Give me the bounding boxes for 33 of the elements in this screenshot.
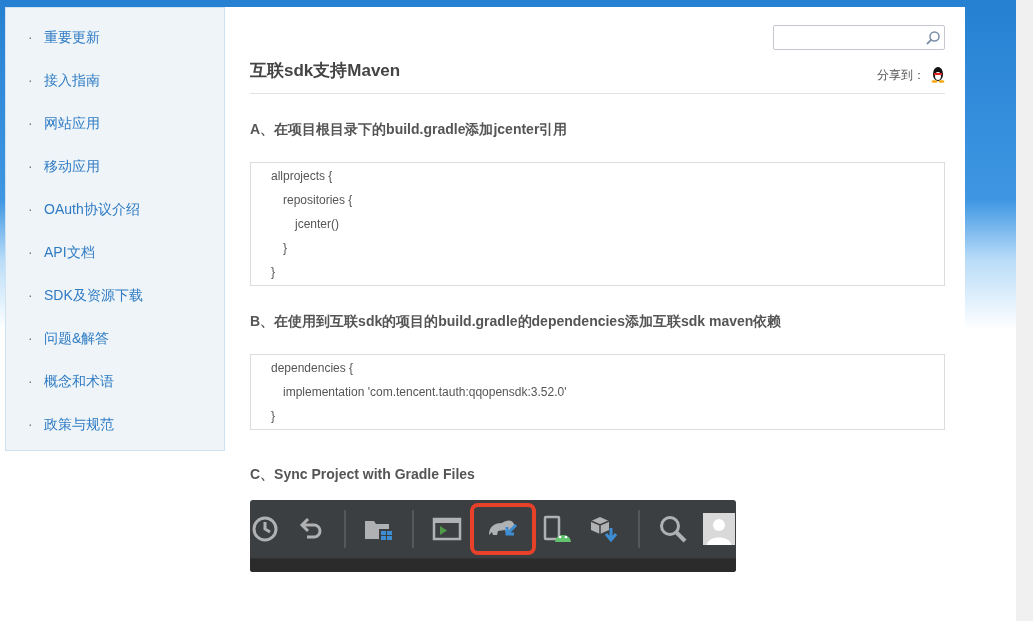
sidebar-link[interactable]: 移动应用 xyxy=(44,156,100,177)
bullet-mark: · xyxy=(28,71,34,90)
bullet-mark: · xyxy=(28,200,34,219)
code-line: repositories { xyxy=(283,192,353,207)
article-title: 互联sdk支持Maven xyxy=(250,60,401,82)
sidebar-link[interactable]: 问题&解答 xyxy=(44,328,110,349)
bullet-mark: · xyxy=(28,28,34,47)
bullet-mark: · xyxy=(28,114,34,133)
section-heading: B、在使用到互联sdk的项目的build.gradle的dependencies添加互联sdk maven依赖 xyxy=(250,311,783,331)
sidebar-link[interactable]: 重要更新 xyxy=(44,27,100,48)
bullet-mark: · xyxy=(28,286,34,305)
sidebar-link[interactable]: 网站应用 xyxy=(44,113,100,134)
bullet-mark: · xyxy=(28,372,34,391)
section-heading: C、Sync Project with Gradle Files xyxy=(250,464,476,484)
code-line: implementation 'com.tencent.tauth:qqopensdk:3.52.0' xyxy=(283,384,567,399)
bullet-mark: · xyxy=(28,329,34,348)
code-line: } xyxy=(271,264,275,279)
code-line: jcenter() xyxy=(295,216,339,231)
code-line: allprojects { xyxy=(271,168,333,183)
section-heading: A、在项目根目录下的build.gradle添加jcenter引用 xyxy=(250,119,569,139)
bullet-mark: · xyxy=(28,243,34,262)
sidebar-link[interactable]: 政策与规范 xyxy=(44,414,114,435)
sidebar-link[interactable]: SDK及资源下载 xyxy=(44,285,143,306)
code-line: dependencies { xyxy=(271,360,354,375)
sidebar-link[interactable]: 概念和术语 xyxy=(44,371,114,392)
sidebar-link[interactable]: 接入指南 xyxy=(44,70,100,91)
bullet-mark: · xyxy=(28,157,34,176)
code-line: } xyxy=(283,240,287,255)
share-label: 分享到： xyxy=(877,66,925,84)
code-line: } xyxy=(271,408,275,423)
sidebar-link[interactable]: API文档 xyxy=(44,242,95,263)
bullet-mark: · xyxy=(28,415,34,434)
sidebar-link[interactable]: OAuth协议介绍 xyxy=(44,199,140,220)
